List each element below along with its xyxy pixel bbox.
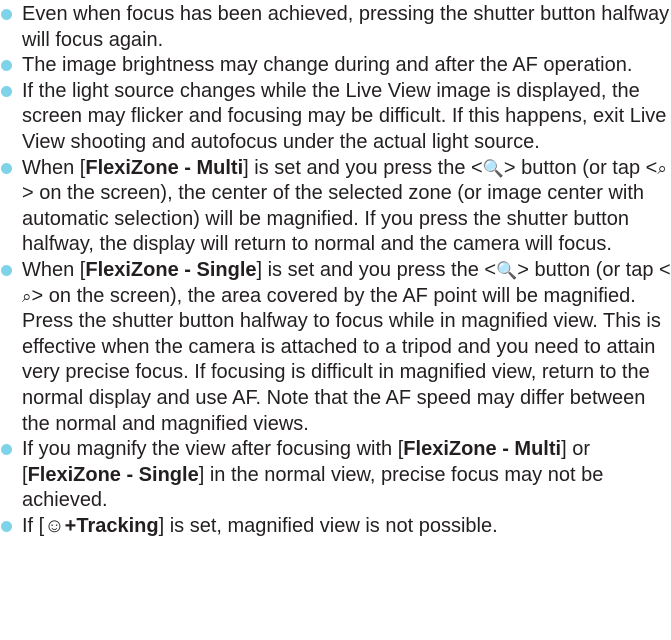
bullet-dot-icon <box>1 264 12 276</box>
af-mode-name: FlexiZone - Single <box>27 463 199 486</box>
bullet-dot-icon <box>1 9 12 20</box>
bullet-dot-icon <box>1 444 12 456</box>
note-text-post: > on the screen), the area covered by th… <box>22 284 661 435</box>
magnify-button-icon: 🔍 <box>496 260 518 280</box>
magnify-button-icon: 🔍 <box>482 158 504 178</box>
note-text-pre: When [ <box>22 156 86 179</box>
note-text-mid: > button (or tap < <box>503 156 658 179</box>
note-text-mid: ] is set and you press the < <box>243 156 483 179</box>
note-text-pre: If you magnify the view after focusing w… <box>22 438 404 461</box>
note-text-mid: > button (or tap < <box>517 258 671 281</box>
af-mode-name: FlexiZone - Multi <box>85 156 244 179</box>
af-mode-name: FlexiZone - Single <box>85 258 257 281</box>
bullet-dot-icon <box>1 60 12 72</box>
note-text-pre: When [ <box>22 258 86 281</box>
note-flexizone-multi-magnify: When [FlexiZone - Multi] is set and you … <box>0 156 671 258</box>
note-text: The image brightness may change during a… <box>22 54 633 77</box>
note-brightness-change: The image brightness may change during a… <box>0 53 671 79</box>
note-text-mid: ] is set and you press the < <box>256 258 497 281</box>
note-tracking-no-magnify: If [☺+Tracking] is set, magnified view i… <box>0 514 671 540</box>
note-light-source-flicker: If the light source changes while the Li… <box>0 79 671 156</box>
note-text: Even when focus has been achieved, press… <box>22 3 670 51</box>
bullet-dot-icon <box>1 85 12 97</box>
magnify-touch-icon: ⌕ <box>22 286 32 306</box>
bullet-dot-icon <box>1 520 12 532</box>
notes-bullet-list: Even when focus has been achieved, press… <box>0 2 671 539</box>
face-tracking-icon: ☺ <box>44 514 65 537</box>
af-mode-name: FlexiZone - Multi <box>403 438 562 461</box>
note-text: If the light source changes while the Li… <box>22 79 667 153</box>
note-flexizone-single-magnify: When [FlexiZone - Single] is set and you… <box>0 258 671 437</box>
note-text-post: ] is set, magnified view is not possible… <box>158 514 498 537</box>
magnify-touch-icon: ⌕ <box>657 158 667 178</box>
note-refocus-halfway: Even when focus has been achieved, press… <box>0 2 671 53</box>
note-magnify-after-focus: If you magnify the view after focusing w… <box>0 437 671 514</box>
note-text-pre: If [ <box>22 514 45 537</box>
af-mode-name: +Tracking <box>64 514 159 537</box>
note-text-post: > on the screen), the center of the sele… <box>22 182 645 256</box>
bullet-dot-icon <box>1 162 12 174</box>
